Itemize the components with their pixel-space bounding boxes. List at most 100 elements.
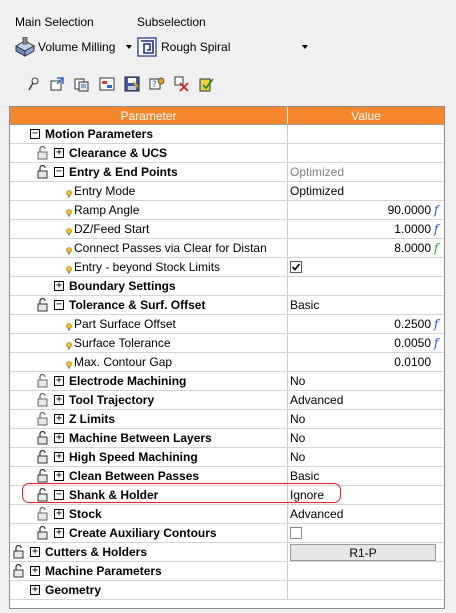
expand-icon[interactable]: + [54, 376, 64, 386]
formula-icon[interactable]: f [434, 317, 442, 331]
row-label: Cutters & Holders [45, 545, 148, 559]
expand-icon[interactable]: + [54, 452, 64, 462]
row-machine-parameters[interactable]: + Machine Parameters [10, 562, 444, 581]
expand-icon[interactable]: + [30, 547, 40, 557]
lock-icon[interactable] [37, 411, 49, 426]
row-value[interactable]: Basic [288, 296, 444, 314]
collapse-icon[interactable]: − [30, 129, 40, 139]
bulb-icon [66, 206, 72, 217]
lock-icon[interactable] [37, 297, 49, 312]
row-ramp-angle[interactable]: Ramp Angle 90.0000 f [10, 201, 444, 220]
toolbar: ? [22, 74, 217, 94]
subselection-dropdown[interactable]: Rough Spiral [137, 36, 309, 58]
lock-icon[interactable] [13, 544, 25, 559]
row-value[interactable]: Advanced [288, 505, 444, 523]
lock-icon[interactable] [37, 487, 49, 502]
lock-icon[interactable] [37, 449, 49, 464]
lock-icon[interactable] [37, 506, 49, 521]
row-value[interactable]: 0.0100 [394, 355, 431, 369]
row-value[interactable]: Basic [288, 467, 444, 485]
expand-icon[interactable]: + [30, 585, 40, 595]
row-value[interactable]: No [288, 429, 444, 447]
expand-icon[interactable]: + [54, 281, 64, 291]
parameter-column-header[interactable]: Parameter [10, 107, 288, 124]
row-part-surface-offset[interactable]: Part Surface Offset 0.2500 f [10, 315, 444, 334]
formula-icon[interactable]: f [434, 222, 442, 236]
expand-icon[interactable]: + [54, 148, 64, 158]
row-tolerance-surf-offset[interactable]: − Tolerance & Surf. Offset Basic [10, 296, 444, 315]
help-icon[interactable]: ? [147, 74, 167, 94]
row-shank-holder[interactable]: − Shank & Holder Ignore [10, 486, 444, 505]
expand-icon[interactable]: + [54, 433, 64, 443]
row-label: Part Surface Offset [74, 317, 176, 331]
collapse-icon[interactable]: − [54, 490, 64, 500]
row-entry-end-points[interactable]: − Entry & End Points Optimized [10, 163, 444, 182]
formula-icon[interactable]: f [434, 336, 442, 350]
reset-icon[interactable] [197, 74, 217, 94]
lock-icon[interactable] [37, 373, 49, 388]
grid-header: Parameter Value [10, 107, 444, 125]
row-max-contour-gap[interactable]: Max. Contour Gap 0.0100 [10, 353, 444, 372]
main-selection-dropdown[interactable]: Volume Milling [14, 36, 133, 58]
row-cutters-holders[interactable]: + Cutters & Holders R1-P [10, 543, 444, 562]
lock-icon[interactable] [37, 525, 49, 540]
expand-icon[interactable]: + [54, 509, 64, 519]
row-surface-tolerance[interactable]: Surface Tolerance 0.0050 f [10, 334, 444, 353]
row-connect-passes[interactable]: Connect Passes via Clear for Distan 8.00… [10, 239, 444, 258]
copy-icon[interactable] [72, 74, 92, 94]
expand-icon[interactable]: + [54, 395, 64, 405]
row-boundary-settings[interactable]: + Boundary Settings [10, 277, 444, 296]
row-geometry[interactable]: + Geometry [10, 581, 444, 600]
lock-icon[interactable] [13, 563, 25, 578]
parameters-icon[interactable] [97, 74, 117, 94]
expand-icon[interactable]: + [54, 414, 64, 424]
row-value[interactable]: No [288, 410, 444, 428]
row-entry-mode[interactable]: Entry Mode Optimized [10, 182, 444, 201]
row-machine-between-layers[interactable]: + Machine Between Layers No [10, 429, 444, 448]
collapse-icon[interactable]: − [54, 167, 64, 177]
row-electrode-machining[interactable]: + Electrode Machining No [10, 372, 444, 391]
row-clearance-ucs[interactable]: + Clearance & UCS [10, 144, 444, 163]
create-auxiliary-contours-checkbox[interactable] [290, 527, 302, 539]
formula-icon[interactable]: f [434, 203, 442, 217]
row-value[interactable]: 0.2500 [394, 317, 431, 331]
row-entry-beyond-stock[interactable]: Entry - beyond Stock Limits [10, 258, 444, 277]
collapse-icon[interactable]: − [54, 300, 64, 310]
lock-icon[interactable] [37, 430, 49, 445]
save-icon[interactable] [122, 74, 142, 94]
lock-icon[interactable] [37, 392, 49, 407]
row-value[interactable]: 1.0000 [394, 222, 431, 236]
row-dz-feed-start[interactable]: DZ/Feed Start 1.0000 f [10, 220, 444, 239]
export-icon[interactable] [47, 74, 67, 94]
row-value[interactable]: Optimized [288, 182, 444, 200]
filter-icon[interactable] [172, 74, 192, 94]
row-clean-between-passes[interactable]: + Clean Between Passes Basic [10, 467, 444, 486]
row-value[interactable]: No [288, 448, 444, 466]
row-label: Connect Passes via Clear for Distan [74, 241, 267, 255]
row-create-auxiliary-contours[interactable]: + Create Auxiliary Contours [10, 524, 444, 543]
formula-icon[interactable]: f [434, 241, 442, 255]
row-stock[interactable]: + Stock Advanced [10, 505, 444, 524]
row-high-speed-machining[interactable]: + High Speed Machining No [10, 448, 444, 467]
lock-icon[interactable] [37, 468, 49, 483]
row-value[interactable]: Ignore [288, 486, 444, 504]
row-value[interactable]: 90.0000 [388, 203, 431, 217]
chevron-down-icon[interactable] [302, 45, 309, 49]
lock-icon[interactable] [37, 145, 49, 160]
row-motion-parameters[interactable]: − Motion Parameters [10, 125, 444, 144]
row-z-limits[interactable]: + Z Limits No [10, 410, 444, 429]
expand-icon[interactable]: + [30, 566, 40, 576]
entry-beyond-stock-checkbox[interactable] [290, 261, 302, 273]
cutter-select-button[interactable]: R1-P [290, 544, 436, 561]
row-value[interactable]: 8.0000 [394, 241, 431, 255]
row-value[interactable]: No [288, 372, 444, 390]
row-value[interactable]: Advanced [288, 391, 444, 409]
expand-icon[interactable]: + [54, 528, 64, 538]
value-column-header[interactable]: Value [288, 107, 444, 124]
row-value[interactable]: 0.0050 [394, 336, 431, 350]
chevron-down-icon[interactable] [126, 45, 133, 49]
lock-icon[interactable] [37, 164, 49, 179]
expand-icon[interactable]: + [54, 471, 64, 481]
row-tool-trajectory[interactable]: + Tool Trajectory Advanced [10, 391, 444, 410]
pin-icon[interactable] [22, 74, 42, 94]
